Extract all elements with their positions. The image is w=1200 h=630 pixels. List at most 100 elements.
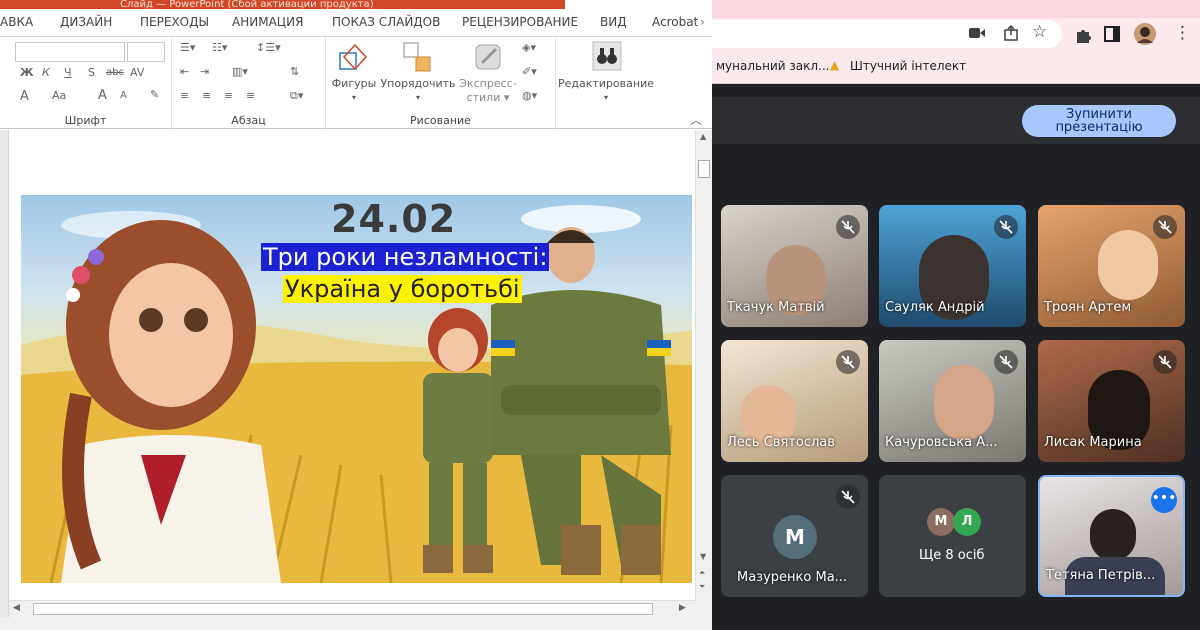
bullets-icon[interactable]: ☰▾: [180, 41, 195, 54]
vertical-scrollbar[interactable]: ▲ ▼ ⏶ ⏷: [695, 130, 712, 600]
more-participants-label: Ще 8 осіб: [919, 548, 985, 563]
paragraph-group: ☰▾ ☷▾ ↕☰▾ ⇤ ⇥ ▥▾ ⇅ ≡ ≡ ≡ ≡ ⧉▾ Абзац: [172, 37, 326, 129]
share-icon[interactable]: [1002, 24, 1020, 42]
justify-icon[interactable]: ≡: [246, 89, 255, 102]
scroll-right-icon[interactable]: ▶: [679, 603, 686, 613]
chrome-menu-icon[interactable]: ⋮: [1174, 23, 1191, 43]
scroll-left-icon[interactable]: ◀: [13, 603, 20, 613]
camera-icon[interactable]: [968, 26, 986, 40]
participant-tile[interactable]: Сауляк Андрій: [879, 205, 1026, 327]
scroll-down-icon[interactable]: ▼: [700, 552, 706, 561]
tab-review[interactable]: РЕЦЕНЗИРОВАНИЕ: [462, 15, 578, 29]
ppt-title-text: Слайд — PowerPoint (Сбой активации проду…: [120, 0, 374, 9]
font-color-button[interactable]: A: [20, 89, 29, 104]
slide[interactable]: 24.02 Три роки незламності: Україна у бо…: [21, 195, 692, 583]
mic-off-icon: [994, 215, 1018, 239]
mic-off-icon: [836, 350, 860, 374]
mic-off-icon: [994, 350, 1018, 374]
tab-slideshow[interactable]: ПОКАЗ СЛАЙДОВ: [332, 15, 440, 29]
shape-effects-icon[interactable]: ◍▾: [522, 89, 537, 102]
collapse-ribbon-icon[interactable]: ︿: [690, 111, 702, 128]
more-options-icon[interactable]: •••: [1151, 487, 1177, 513]
bookmark-item-1[interactable]: мунальний закл...: [716, 59, 829, 73]
tab-design[interactable]: ДИЗАЙН: [60, 15, 112, 29]
shape-outline-icon[interactable]: ✐▾: [522, 65, 537, 78]
align-center-icon[interactable]: ≡: [202, 89, 211, 102]
participant-tile[interactable]: Лесь Святослав: [721, 340, 868, 462]
prev-slide-icon[interactable]: ⏶: [699, 568, 705, 578]
next-slide-icon[interactable]: ⏷: [699, 582, 705, 592]
arrange-dropdown-icon[interactable]: ▾: [378, 91, 458, 105]
quick-styles-icon: [475, 44, 501, 70]
shapes-button[interactable]: Фигуры: [330, 77, 378, 91]
slide-title-line1[interactable]: Три роки незламності:: [261, 243, 550, 271]
clear-format-icon[interactable]: ✎: [150, 88, 159, 101]
align-left-icon[interactable]: ≡: [180, 89, 189, 102]
shrink-font-button[interactable]: A: [120, 90, 127, 101]
editing-button[interactable]: Редактирование: [556, 77, 656, 91]
participant-tile[interactable]: Троян Артем: [1038, 205, 1185, 327]
indent-increase-icon[interactable]: ⇥: [200, 65, 209, 78]
font-name-box[interactable]: [15, 42, 125, 62]
ribbon-tabs: АВКА ДИЗАЙН ПЕРЕХОДЫ АНИМАЦИЯ ПОКАЗ СЛАЙ…: [0, 9, 712, 37]
shapes-dropdown-icon[interactable]: ▾: [330, 91, 378, 105]
italic-button[interactable]: К: [42, 66, 50, 79]
horizontal-scroll-thumb[interactable]: [33, 603, 653, 615]
participant-avatar-small: Л: [953, 508, 981, 536]
vertical-scroll-thumb[interactable]: [698, 160, 710, 178]
horizontal-scrollbar[interactable]: ◀ ▶: [9, 600, 695, 617]
slide-date-text[interactable]: 24.02: [331, 197, 456, 241]
tab-animations[interactable]: АНИМАЦИЯ: [232, 15, 303, 29]
ppt-title-bar: Слайд — PowerPoint (Сбой активации проду…: [0, 0, 565, 9]
slide-title-line2[interactable]: Україна у боротьбі: [283, 275, 522, 303]
profile-avatar[interactable]: [1134, 23, 1156, 45]
tabs-scroll-right-icon[interactable]: ›: [700, 15, 705, 29]
participant-tile[interactable]: Качуровська А...: [879, 340, 1026, 462]
extensions-icon[interactable]: [1074, 25, 1092, 43]
char-spacing-button[interactable]: AV: [130, 66, 144, 79]
numbering-icon[interactable]: ☷▾: [212, 41, 227, 54]
change-case-button[interactable]: Aa: [52, 89, 66, 102]
scroll-up-icon[interactable]: ▲: [700, 132, 706, 141]
side-panel-icon[interactable]: [1104, 26, 1120, 42]
participant-tile[interactable]: М Мазуренко Ма...: [721, 475, 868, 597]
underline-button[interactable]: Ч: [64, 66, 72, 79]
tab-transitions[interactable]: ПЕРЕХОДЫ: [140, 15, 209, 29]
align-right-icon[interactable]: ≡: [224, 89, 233, 102]
tab-insert[interactable]: АВКА: [0, 15, 33, 29]
columns-icon[interactable]: ▥▾: [232, 65, 248, 78]
bookmarks-bar: мунальний закл... ▲ Штучний інтелект: [712, 52, 1200, 84]
smartart-icon[interactable]: ⧉▾: [290, 89, 303, 103]
tab-acrobat[interactable]: Acrobat: [652, 15, 698, 29]
editing-dropdown-icon[interactable]: ▾: [556, 91, 656, 105]
arrange-icon: [403, 42, 431, 72]
shape-fill-icon[interactable]: ◈▾: [522, 41, 536, 54]
font-size-box[interactable]: [127, 42, 165, 62]
text-direction-icon[interactable]: ⇅: [290, 65, 299, 78]
participant-tile[interactable]: Лисак Марина: [1038, 340, 1185, 462]
tab-strip: [712, 0, 1200, 18]
thumbnail-pane-edge[interactable]: [0, 130, 9, 617]
mic-off-icon: [1153, 350, 1177, 374]
stop-presenting-button[interactable]: Зупинити презентацію: [1022, 105, 1176, 137]
font-group-label: Шрифт: [64, 114, 107, 127]
grow-font-button[interactable]: A: [98, 88, 107, 103]
indent-decrease-icon[interactable]: ⇤: [180, 65, 189, 78]
bold-button[interactable]: Ж: [20, 66, 33, 79]
quick-styles-button[interactable]: Экспресс-стили ▾: [456, 77, 520, 105]
bookmark-star-icon[interactable]: ☆: [1032, 22, 1047, 42]
participant-name: Лисак Марина: [1044, 435, 1142, 450]
line-spacing-icon[interactable]: ↕☰▾: [256, 41, 281, 54]
tab-view[interactable]: ВИД: [600, 15, 627, 29]
shadow-button[interactable]: S: [88, 66, 95, 79]
participant-name: Троян Артем: [1044, 300, 1132, 315]
quick-styles-line1: Экспресс-: [459, 77, 517, 90]
participant-tile[interactable]: Ткачук Матвій: [721, 205, 868, 327]
participant-tile-active[interactable]: ••• Тетяна Петрів...: [1038, 475, 1185, 597]
strikethrough-button[interactable]: abc: [106, 67, 124, 78]
more-participants-tile[interactable]: М Л Ще 8 осіб: [879, 475, 1026, 597]
bookmark-item-2[interactable]: Штучний інтелект: [850, 59, 966, 73]
address-bar-row: ☆ ⋮: [712, 18, 1200, 52]
editing-area: 24.02 Три роки незламності: Україна у бо…: [0, 130, 712, 630]
arrange-button[interactable]: Упорядочить: [378, 77, 458, 91]
